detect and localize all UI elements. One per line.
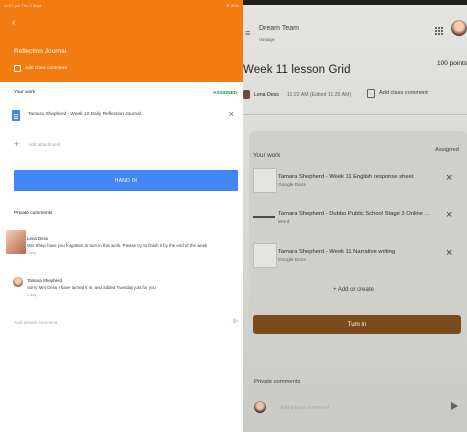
apps-grid-icon[interactable] [435,27,443,35]
attachment-row[interactable]: Tamara Shepherd - Week 11 Narrative writ… [253,241,461,271]
attachment-type: Google Docs [278,183,306,188]
status-bar: 11:47 pm Thu 3 Sept ▼ 46% [4,3,239,9]
tablet-assignment-screen: ≡ Dream Team Vintage Week 11 lesson Grid… [243,0,467,432]
attachment-title[interactable]: Tamara Shepherd - Week 11 Narrative writ… [278,249,395,255]
menu-icon[interactable]: ≡ [245,28,250,38]
private-comment-input[interactable]: Add private comment [14,320,57,325]
attachment-type: Word [278,220,290,225]
mobile-assignment-screen: 11:47 pm Thu 3 Sept ▼ 46% ‹ Reflection J… [0,0,243,432]
hand-in-button[interactable]: HAND IN [14,170,238,191]
google-docs-icon [12,110,20,121]
remove-attachment-icon[interactable]: × [229,109,234,119]
add-attachment-button[interactable]: + Add attachment [14,139,60,149]
attachment-name[interactable]: Tamara Shepherd - Week 10 Daily Reflecti… [28,112,141,117]
author-name: Lena Dess [254,92,279,98]
comment-author: Lena Dess [27,236,48,241]
teacher-photo [6,230,26,254]
add-attachment-label: Add attachment [28,141,61,147]
comment-icon[interactable] [367,89,375,98]
attachment-row[interactable]: Tamara Shepherd - Week 11 English respon… [253,166,461,196]
remove-attachment-icon[interactable]: × [446,172,452,184]
plus-icon: + [14,139,20,149]
document-thumbnail [253,243,277,268]
your-work-card [249,131,467,343]
author-avatar [243,90,250,99]
attachment-title[interactable]: Tamara Shepherd - Week 11 English respon… [278,174,413,180]
status-battery: ▼ 46% [225,3,239,8]
avatar [13,277,23,287]
document-thumbnail [253,168,277,193]
comment-author: Tamara Shepherd [27,278,62,283]
class-name: Dream Team [259,25,299,32]
word-file-icon [253,216,275,218]
attachment-row[interactable]: Tamara Shepherd - Week 10 Daily Reflecti… [10,108,238,124]
back-arrow-icon[interactable]: ‹ [12,18,15,28]
attachment-row[interactable]: Tamara Shepherd - Dubbo Public School St… [253,203,461,233]
work-status-badge: ASSIGNED [213,90,237,95]
attachment-title[interactable]: Tamara Shepherd - Dubbo Public School St… [278,211,429,217]
status-time: 11:47 pm Thu 3 Sept [4,3,41,8]
add-class-comment-label: Add class comment [25,65,67,71]
remove-attachment-icon[interactable]: × [446,247,452,259]
attachment-type: Google Docs [278,258,306,263]
assignment-title: Reflection Journal [14,48,67,55]
comment-time: 1 day [27,293,37,297]
remove-attachment-icon[interactable]: × [446,209,452,221]
add-class-comment-button[interactable]: Add class comment [379,90,428,96]
comment-text: Sorry Mrs Dess I have turned it in, and … [27,285,156,290]
comment-time: 1 day [27,251,37,255]
comment-text: Mrs Shep have you forgotten to turn in t… [27,243,208,248]
private-comment-input[interactable]: Add private comment [280,405,329,411]
your-work-label: Your work [14,90,36,95]
your-work-label: Your work [253,152,281,159]
private-comments-title: Private comments [14,211,53,216]
points-label: 100 points [437,60,467,67]
add-class-comment-button[interactable]: Add class comment [14,64,67,72]
post-time: 11:22 AM (Edited 11:25 AM) [287,92,352,98]
profile-avatar[interactable] [451,20,467,36]
send-icon[interactable] [451,402,458,410]
send-icon[interactable] [233,318,239,324]
turn-in-button[interactable]: Turn in [253,315,461,334]
comment-icon [14,64,21,72]
add-or-create-button[interactable]: + Add or create [333,287,374,293]
avatar [254,401,266,413]
page-title: Week 11 lesson Grid [243,64,351,76]
class-subtitle: Vintage [259,37,275,42]
work-status-badge: Assigned [435,147,459,153]
assignment-header: 11:47 pm Thu 3 Sept ▼ 46% ‹ Reflection J… [0,0,243,82]
divider [243,114,467,115]
private-comments-title: Private comments [254,379,301,385]
